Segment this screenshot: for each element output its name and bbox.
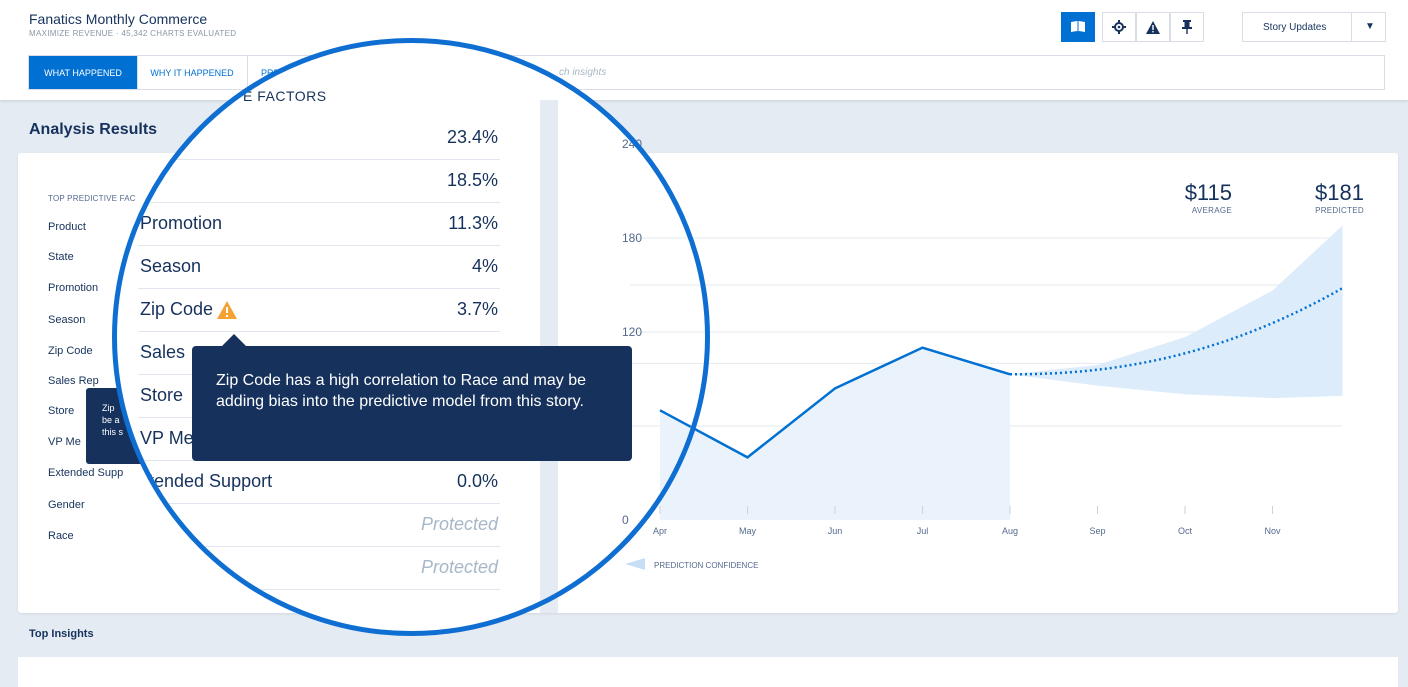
- legend-swatch: [625, 558, 645, 570]
- legend-label: PREDICTION CONFIDENCE: [654, 561, 710, 570]
- x-tick-label: May: [739, 526, 757, 536]
- chevron-down-icon[interactable]: ▼: [1365, 21, 1375, 32]
- x-tick-label: Nov: [1264, 526, 1281, 536]
- y-tick-label: 120: [622, 325, 642, 339]
- magnified-factor-row: te 18.5%: [138, 159, 500, 203]
- warning-icon[interactable]: [217, 301, 238, 320]
- x-tick-label: Jul: [917, 526, 929, 536]
- prediction-confidence-band: [1010, 225, 1343, 399]
- factor-label: Promotion: [48, 282, 99, 294]
- y-tick-label: 180: [622, 231, 642, 245]
- magnified-factor-row: Promotion 11.3%: [138, 202, 500, 246]
- factor-label: VP Me: [48, 436, 81, 448]
- factor-label: State: [48, 251, 74, 263]
- factor-label: Gender: [48, 499, 85, 511]
- magnified-factor-row: ct 23.4%: [138, 116, 500, 160]
- x-tick-label: Aug: [1002, 526, 1018, 536]
- x-tick-label: Apr: [653, 526, 667, 536]
- magnified-factor-row: Season 4%: [138, 245, 500, 289]
- factor-label: Extended Supp: [48, 467, 124, 479]
- magnified-factor-row-zip: Zip Code 3.7%: [138, 288, 500, 332]
- story-updates-select[interactable]: Story Updates ▼: [1242, 12, 1386, 42]
- magnified-factor-row: xtended Support 0.0%: [138, 460, 500, 504]
- y-tick-label: 240: [622, 137, 642, 151]
- warning-icon: [1146, 20, 1160, 34]
- factor-label: Zip Code: [48, 345, 93, 357]
- app-title: Fanatics Monthly Commerce: [29, 11, 208, 27]
- factor-label: Product: [48, 221, 86, 233]
- top-insights-heading: Top Insights: [29, 628, 94, 640]
- settings-button[interactable]: [1102, 12, 1136, 42]
- magnified-factor-row: der Protected: [138, 503, 500, 547]
- actual-area: [660, 347, 1010, 520]
- insights-card: [18, 657, 1398, 687]
- book-icon: [1071, 21, 1085, 32]
- x-tick-label: Jun: [828, 526, 843, 536]
- alerts-button[interactable]: [1136, 12, 1170, 42]
- factor-label: Season: [48, 314, 86, 326]
- y-tick-label: 0: [622, 513, 629, 527]
- factor-label: Race: [48, 530, 74, 542]
- story-view-button[interactable]: [1061, 12, 1095, 42]
- pin-button[interactable]: [1170, 12, 1204, 42]
- pin-icon: [1182, 20, 1192, 34]
- x-tick-label: Sep: [1089, 526, 1105, 536]
- story-updates-label: Story Updates: [1263, 22, 1327, 33]
- x-tick-label: Oct: [1178, 526, 1193, 536]
- magnified-factors-heading: E FACTORS: [243, 88, 327, 104]
- app-subtitle: MAXIMIZE REVENUE · 45,342 CHARTS EVALUAT…: [29, 29, 237, 38]
- factor-label: Sales Rep: [48, 375, 99, 387]
- magnifier-lens: E FACTORS ct 23.4% te 18.5% Promotion 11…: [112, 38, 710, 636]
- factor-label: Store: [48, 405, 75, 417]
- bias-warning-tooltip: Zip Code has a high correlation to Race …: [192, 334, 632, 461]
- gear-icon: [1112, 20, 1126, 34]
- magnified-factor-row: Protected: [138, 546, 500, 590]
